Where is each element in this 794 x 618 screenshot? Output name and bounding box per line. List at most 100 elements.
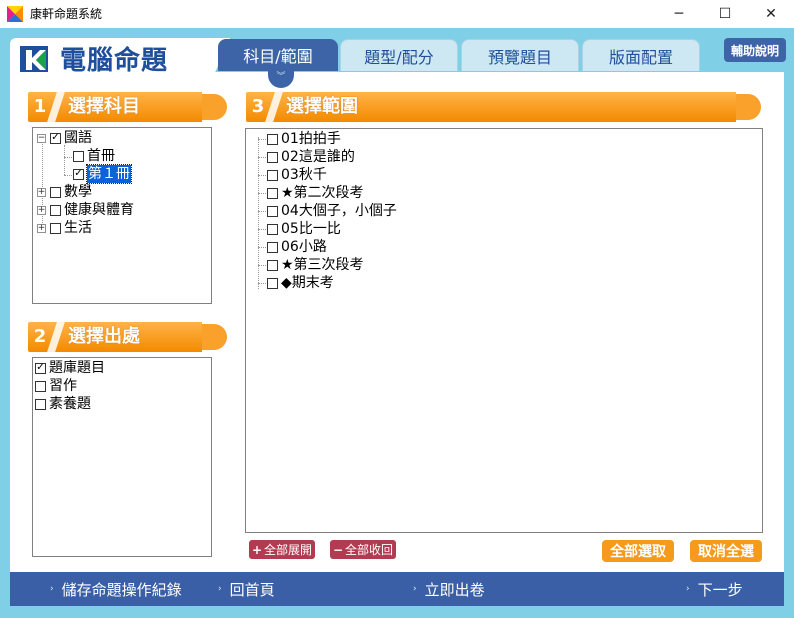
range-item[interactable]: ★第二次段考	[258, 184, 364, 202]
tab-subject-range[interactable]: 科目/範圍	[218, 39, 338, 71]
expand-icon[interactable]: +	[37, 205, 46, 215]
tree-item-book-1[interactable]: ✓ 第１冊	[73, 164, 132, 184]
tab-question-type[interactable]: 題型/配分	[340, 39, 458, 71]
tree-connector	[258, 228, 266, 230]
print-link[interactable]: › 立即出卷	[413, 572, 485, 606]
caret-right-icon: ›	[218, 584, 222, 594]
expand-all-label: 全部展開	[264, 543, 313, 557]
source-item-workbook[interactable]: 習作	[35, 377, 77, 395]
tab-layout[interactable]: 版面配置	[582, 39, 700, 71]
section3-arrow-icon	[736, 92, 764, 122]
subject-tree: − ✓ 國語 首冊 ✓ 第１冊 + 數學 + 健康與體育 + 生活	[32, 127, 212, 304]
tree-connector	[258, 264, 266, 266]
window-title: 康軒命題系統	[30, 7, 103, 21]
range-item[interactable]: 03秋千	[258, 166, 327, 184]
tree-item-first-book[interactable]: 首冊	[73, 147, 115, 165]
minimize-button[interactable]: ─	[656, 0, 702, 28]
checkbox-book-1[interactable]: ✓	[73, 168, 84, 180]
section2-title: 選擇出處	[68, 326, 140, 347]
source-item-label: 習作	[49, 378, 77, 394]
print-label: 立即出卷	[424, 580, 485, 599]
expand-icon[interactable]: +	[37, 187, 46, 197]
section3-header: 3 選擇範圍	[246, 92, 764, 122]
title-bar: 康軒命題系統 ─ ☐ ✕	[0, 0, 794, 28]
range-item-label: 04大個子，小個子	[281, 203, 397, 219]
save-log-label: 儲存命題操作紀錄	[61, 580, 182, 599]
collapse-all-button[interactable]: − 全部收回	[330, 540, 396, 559]
range-item-label: 06小路	[281, 239, 327, 255]
range-item[interactable]: ★第三次段考	[258, 256, 364, 274]
range-item[interactable]: 01拍拍手	[258, 130, 341, 148]
tree-connector	[258, 282, 266, 284]
section1-arrow-icon	[202, 92, 230, 122]
range-item-label: ★第三次段考	[281, 257, 364, 273]
range-checkbox[interactable]	[267, 169, 278, 181]
maximize-button[interactable]: ☐	[702, 0, 748, 28]
checkbox-workbook[interactable]	[35, 380, 46, 392]
checkbox-literacy[interactable]	[35, 398, 46, 410]
tree-item-life[interactable]: + 生活	[37, 219, 92, 237]
range-item-label: 03秋千	[281, 167, 327, 183]
checkbox-life[interactable]	[50, 222, 61, 234]
next-step-link[interactable]: › 下一步	[686, 572, 743, 606]
range-item-label: 02這是誰的	[281, 149, 355, 165]
range-item[interactable]: 05比一比	[258, 220, 341, 238]
range-checkbox[interactable]	[267, 277, 278, 289]
range-item[interactable]: 04大個子，小個子	[258, 202, 397, 220]
deselect-all-button[interactable]: 取消全選	[690, 540, 762, 562]
tree-item-health-pe[interactable]: + 健康與體育	[37, 201, 134, 219]
tree-connector	[258, 192, 266, 194]
range-item-label: ◆期末考	[281, 275, 334, 291]
source-item-label: 素養題	[49, 396, 91, 412]
range-checkbox[interactable]	[267, 133, 278, 145]
caret-right-icon: ›	[686, 584, 690, 594]
home-label: 回首頁	[229, 580, 275, 599]
caret-right-icon: ›	[413, 584, 417, 594]
tab-preview[interactable]: 預覽題目	[461, 39, 579, 71]
range-item-label: ★第二次段考	[281, 185, 364, 201]
tree-item-label: 國語	[64, 130, 92, 146]
minus-icon: −	[332, 542, 344, 557]
checkbox-first-book[interactable]	[73, 150, 84, 162]
section2-header: 2 選擇出處	[28, 322, 230, 352]
expand-icon[interactable]: +	[37, 223, 46, 233]
tree-connector	[258, 174, 266, 176]
home-link[interactable]: › 回首頁	[218, 572, 275, 606]
tree-connector	[258, 210, 266, 212]
help-button[interactable]: 輔助說明	[724, 38, 786, 62]
collapse-icon[interactable]: −	[37, 133, 46, 143]
save-log-link[interactable]: › 儲存命題操作紀錄	[50, 572, 182, 606]
brand-logo-icon	[20, 46, 48, 74]
range-checkbox[interactable]	[267, 187, 278, 199]
select-all-button[interactable]: 全部選取	[602, 540, 674, 562]
tree-item-chinese[interactable]: − ✓ 國語	[37, 129, 92, 147]
caret-right-icon: ›	[50, 584, 54, 594]
range-item[interactable]: 02這是誰的	[258, 148, 355, 166]
range-checkbox[interactable]	[267, 259, 278, 271]
tree-item-label: 生活	[64, 220, 92, 236]
range-item[interactable]: 06小路	[258, 238, 327, 256]
range-item-label: 05比一比	[281, 221, 341, 237]
section2-arrow-icon	[202, 322, 230, 352]
range-item-label: 01拍拍手	[281, 131, 341, 147]
checkbox-math[interactable]	[50, 186, 61, 198]
source-item-question-bank[interactable]: ✓ 題庫題目	[35, 359, 105, 377]
checkbox-question-bank[interactable]: ✓	[35, 362, 46, 374]
range-checkbox[interactable]	[267, 241, 278, 253]
app-logo-icon	[7, 6, 23, 22]
range-checkbox[interactable]	[267, 205, 278, 217]
source-list: ✓ 題庫題目 習作 素養題	[32, 357, 212, 557]
section3-title: 選擇範圍	[286, 96, 358, 117]
range-checkbox[interactable]	[267, 151, 278, 163]
collapse-all-label: 全部收回	[345, 543, 394, 557]
tree-item-label: 第１冊	[86, 164, 132, 184]
expand-all-button[interactable]: + 全部展開	[249, 540, 315, 559]
app-frame: 電腦命題 科目/範圍 題型/配分 預覽題目 版面配置 輔助說明 1 選擇科目 −…	[0, 28, 794, 618]
range-item[interactable]: ◆期末考	[258, 274, 334, 292]
source-item-literacy[interactable]: 素養題	[35, 395, 91, 413]
range-checkbox[interactable]	[267, 223, 278, 235]
close-button[interactable]: ✕	[748, 0, 794, 28]
checkbox-health-pe[interactable]	[50, 204, 61, 216]
checkbox-chinese[interactable]: ✓	[50, 132, 61, 144]
tree-item-math[interactable]: + 數學	[37, 183, 92, 201]
